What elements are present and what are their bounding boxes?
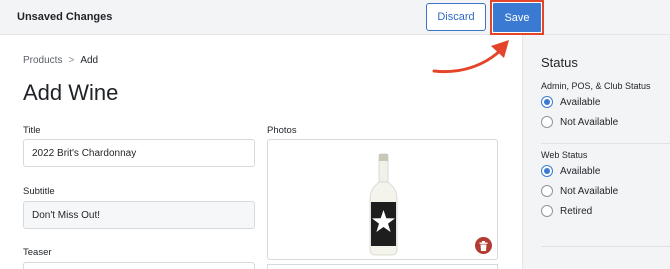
delete-photo-button[interactable] xyxy=(475,237,492,254)
web-retired-radio[interactable] xyxy=(541,205,553,217)
web-not-available-label[interactable]: Not Available xyxy=(560,186,618,197)
trash-icon xyxy=(479,240,488,251)
breadcrumb-separator: > xyxy=(68,55,75,66)
web-available-radio[interactable] xyxy=(541,165,553,177)
subtitle-input[interactable]: Don't Miss Out! xyxy=(23,201,255,229)
status-heading: Status xyxy=(541,55,578,70)
teaser-input[interactable] xyxy=(23,262,255,269)
photos-label: Photos xyxy=(267,125,297,136)
admin-available-radio[interactable] xyxy=(541,96,553,108)
breadcrumb: Products > Add xyxy=(23,55,98,66)
admin-available-label[interactable]: Available xyxy=(560,97,600,108)
admin-not-available-label[interactable]: Not Available xyxy=(560,117,618,128)
web-status-label: Web Status xyxy=(541,150,588,160)
web-available-label[interactable]: Available xyxy=(560,166,600,177)
web-retired-label[interactable]: Retired xyxy=(560,206,592,217)
breadcrumb-current: Add xyxy=(80,55,99,66)
title-label: Title xyxy=(23,125,41,136)
admin-not-available-radio[interactable] xyxy=(541,116,553,128)
subtitle-label: Subtitle xyxy=(23,186,55,197)
section-divider xyxy=(541,143,670,144)
breadcrumb-products[interactable]: Products xyxy=(23,55,62,66)
admin-status-label: Admin, POS, & Club Status xyxy=(541,81,651,91)
title-input[interactable]: 2022 Brit's Chardonnay xyxy=(23,139,255,167)
page-title: Add Wine xyxy=(23,80,119,105)
teaser-label: Teaser xyxy=(23,247,52,258)
photo-dropzone[interactable] xyxy=(267,139,498,260)
web-not-available-radio[interactable] xyxy=(541,185,553,197)
section-divider-bottom xyxy=(541,246,670,247)
photo-slot[interactable] xyxy=(267,264,498,269)
wine-bottle-image xyxy=(369,153,398,256)
